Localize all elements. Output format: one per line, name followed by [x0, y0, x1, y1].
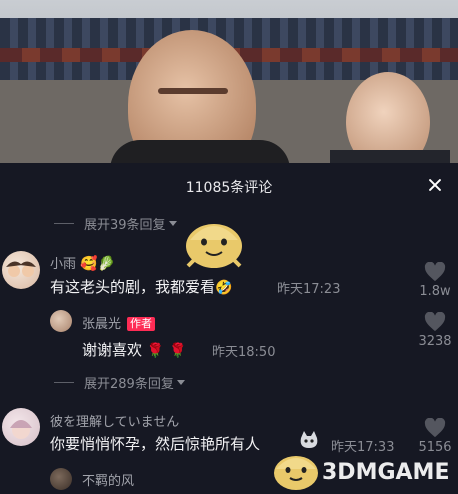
like-count: 3238 — [418, 334, 452, 349]
laugh-emoji: 🤣 — [215, 280, 233, 296]
heart-icon — [424, 262, 446, 282]
video-frame[interactable] — [0, 0, 458, 163]
avatar[interactable] — [50, 468, 72, 490]
caret-down-icon — [176, 379, 185, 385]
video-person-brow — [158, 88, 228, 94]
like-count: 1.8w — [419, 284, 451, 299]
expand-replies-label: 展开289条回复 — [84, 376, 174, 392]
close-icon[interactable] — [424, 175, 446, 197]
avatar-illustration — [6, 261, 36, 277]
comment-username-text: 张晨光 — [82, 317, 122, 332]
like-button[interactable]: 5156 — [415, 418, 455, 455]
like-button[interactable]: 3238 — [415, 312, 455, 349]
avatar[interactable] — [50, 310, 72, 332]
comment-username[interactable]: 不羁的风 — [82, 470, 134, 489]
smile-hearts-emoji: 🥰 — [80, 256, 98, 272]
video-person-right-body — [330, 150, 450, 163]
comment-text-body: 有这老头的剧，我都爱看 — [50, 278, 216, 296]
mascot-sticker-icon — [186, 224, 242, 268]
author-badge: 作者 — [127, 317, 156, 331]
comment-username-text: 小雨 — [50, 257, 77, 272]
rose-emoji: 🌹 — [146, 343, 165, 359]
comment-count-title: 11085条评论 — [185, 180, 273, 196]
comment-time: 昨天17:23 — [277, 282, 341, 297]
leaf-emoji: 🥬 — [97, 256, 116, 272]
avatar-illustration — [10, 420, 32, 439]
mascot-sticker-icon — [274, 456, 318, 490]
comment-username[interactable]: 彼を理解していません — [50, 411, 179, 430]
divider-line — [54, 222, 74, 224]
comment-text: 有这老头的剧，我都爱看🤣 — [50, 276, 232, 297]
heart-icon — [424, 418, 446, 438]
heart-icon — [424, 312, 446, 332]
expand-replies-label: 展开39条回复 — [84, 217, 166, 233]
avatar[interactable] — [2, 408, 40, 446]
comment-username[interactable]: 小雨 🥰🥬 — [50, 253, 115, 272]
comment-username[interactable]: 张晨光 作者 — [82, 313, 156, 332]
watermark-logo: 3DMGAME — [322, 460, 450, 485]
like-count: 5156 — [418, 440, 452, 455]
divider-line — [54, 381, 74, 383]
comment-text: 谢谢喜欢 🌹 🌹 — [82, 339, 186, 360]
expand-replies-middle[interactable]: 展开289条回复 — [54, 373, 185, 392]
rose-emoji: 🌹 — [169, 343, 187, 359]
comment-text-body: 谢谢喜欢 — [82, 341, 143, 359]
like-button[interactable]: 1.8w — [415, 262, 455, 299]
video-person-body — [110, 140, 290, 163]
expand-replies-top[interactable]: 展开39条回复 — [54, 214, 177, 233]
avatar[interactable] — [2, 251, 40, 289]
comment-text: 你要悄悄怀孕，然后惊艳所有人 — [50, 435, 261, 453]
comment-time: 昨天17:33 — [331, 440, 395, 455]
comment-time: 昨天18:50 — [212, 345, 276, 360]
